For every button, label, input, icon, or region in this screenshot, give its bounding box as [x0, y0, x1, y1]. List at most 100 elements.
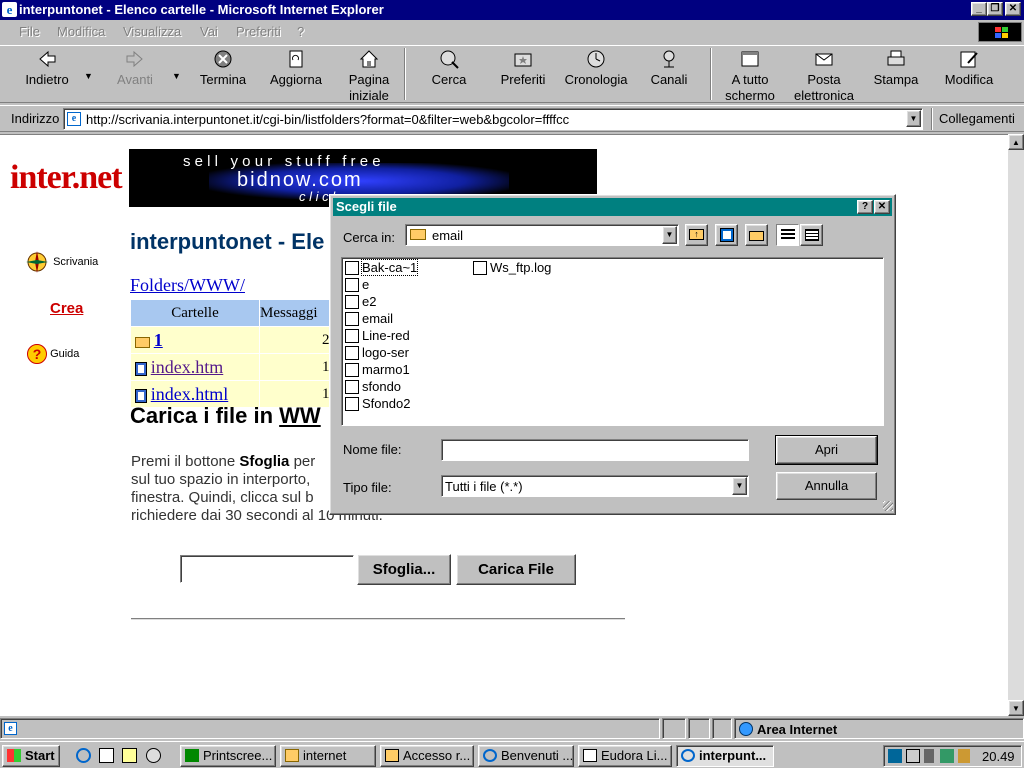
file-link[interactable]: index.htm [151, 357, 224, 377]
file-link[interactable]: index.html [151, 384, 229, 404]
menu-file[interactable]: File [19, 24, 40, 39]
task-accesso[interactable]: Accesso r... [380, 745, 474, 767]
forward-button[interactable]: Avanti [106, 48, 164, 88]
close-button[interactable]: ✕ [1005, 2, 1021, 16]
file-icon [345, 312, 359, 326]
edit-button[interactable]: Modifica [940, 48, 998, 88]
folder-path-link[interactable]: Folders/WWW/ [130, 275, 245, 296]
tray-monitor-icon[interactable] [906, 749, 920, 763]
file-icon [473, 261, 487, 275]
look-in-dropdown-button[interactable]: ▼ [662, 226, 677, 244]
vertical-scrollbar[interactable]: ▲ ▼ [1008, 134, 1024, 716]
refresh-button[interactable]: Aggiorna [265, 48, 327, 88]
folder-link[interactable]: 1 [154, 330, 163, 350]
task-benvenuti[interactable]: Benvenuti ... [478, 745, 574, 767]
file-list[interactable]: Bak-ca~1 e e2 email Line-red logo-ser marmo1 sf… [341, 257, 884, 426]
menu-modifica[interactable]: Modifica [57, 24, 105, 39]
minimize-button[interactable]: _ [971, 2, 987, 16]
file-item[interactable]: Line-red [344, 328, 410, 344]
menu-preferiti[interactable]: Preferiti [236, 24, 281, 39]
back-button[interactable]: Indietro [18, 48, 76, 88]
file-item[interactable]: Ws_ftp.log [472, 260, 551, 276]
channels-button[interactable]: Canali [642, 48, 696, 88]
filename-input[interactable] [441, 439, 749, 461]
instr-text: per [289, 453, 316, 470]
start-button[interactable]: Start [2, 745, 60, 767]
links-label[interactable]: Collegamenti [939, 111, 1015, 126]
tray-modem-icon[interactable] [958, 749, 970, 763]
refresh-label: Aggiorna [269, 72, 323, 87]
nav-guida[interactable]: ? Guida [27, 344, 79, 364]
restore-button[interactable]: ❐ [987, 2, 1003, 16]
mail-button[interactable]: Posta elettronica [788, 48, 860, 104]
history-button[interactable]: Cronologia [560, 48, 632, 88]
nav-crea[interactable]: Crea [50, 300, 83, 317]
home-button[interactable]: Pagina iniziale [340, 48, 398, 104]
channels-quicklaunch-icon[interactable] [146, 748, 161, 763]
dialog-help-button[interactable]: ? [857, 200, 873, 214]
dialog-close-button[interactable]: ✕ [874, 200, 890, 214]
menu-visualizza[interactable]: Visualizza [123, 24, 181, 39]
upload-button[interactable]: Carica File [456, 554, 576, 585]
file-item[interactable]: marmo1 [344, 362, 410, 378]
upload-heading-link[interactable]: WW [279, 403, 321, 428]
list-view-button[interactable] [776, 224, 799, 246]
nav-scrivania[interactable]: Scrivania [24, 249, 98, 275]
browse-button[interactable]: Sfoglia... [357, 554, 451, 585]
file-item[interactable]: sfondo [344, 379, 401, 395]
stop-button[interactable]: Termina [194, 48, 252, 88]
ie-quicklaunch-icon[interactable] [76, 748, 91, 763]
window-titlebar[interactable]: e interpuntonet - Elenco cartelle - Micr… [0, 0, 1024, 20]
file-item[interactable]: logo-ser [344, 345, 409, 361]
fullscreen-label-1: A tutto [731, 72, 769, 87]
resize-grip[interactable] [883, 501, 893, 511]
file-item[interactable]: Bak-ca~1 [344, 259, 419, 276]
tray-app-icon[interactable] [940, 749, 954, 763]
task-printscreen[interactable]: Printscree... [180, 745, 276, 767]
windows-start-icon [7, 749, 21, 762]
address-input[interactable]: e http://scrivania.interpuntonet.it/cgi-… [63, 108, 923, 130]
scroll-down-button[interactable]: ▼ [1008, 700, 1024, 716]
internet-logo[interactable]: inter.net [10, 159, 123, 197]
favorites-button[interactable]: Preferiti [494, 48, 552, 88]
search-button[interactable]: Cerca [420, 48, 478, 88]
forward-dropdown[interactable]: ▼ [172, 68, 181, 84]
menu-vai[interactable]: Vai [200, 24, 218, 39]
tray-network-icon[interactable] [888, 749, 902, 763]
details-view-button[interactable] [800, 224, 823, 246]
history-clock-icon [587, 50, 605, 68]
clock: 20.49 [982, 749, 1015, 764]
channels-satellite-icon [663, 50, 675, 68]
fullscreen-button[interactable]: A tutto schermo [720, 48, 780, 104]
cancel-button[interactable]: Annulla [776, 472, 877, 500]
scroll-up-button[interactable]: ▲ [1008, 134, 1024, 150]
desktop-quicklaunch-icon[interactable] [122, 748, 137, 763]
up-folder-button[interactable]: ↑ [685, 224, 708, 246]
task-eudora[interactable]: Eudora Li... [578, 745, 672, 767]
file-item[interactable]: e2 [344, 294, 376, 310]
task-internet[interactable]: internet [280, 745, 376, 767]
task-interpuntonet[interactable]: interpunt... [676, 745, 774, 767]
look-in-select[interactable]: email ▼ [405, 224, 679, 246]
desktop-button[interactable] [715, 224, 738, 246]
upload-heading: Carica i file in WW [130, 403, 321, 429]
file-name: e [362, 277, 370, 292]
back-dropdown[interactable]: ▼ [84, 68, 93, 84]
look-in-value: email [432, 228, 464, 243]
tray-speaker-icon[interactable] [924, 749, 934, 763]
file-item[interactable]: email [344, 311, 393, 327]
filetype-select[interactable]: Tutti i file (*.*) ▼ [441, 475, 749, 497]
open-button[interactable]: Apri [775, 435, 878, 465]
upload-file-input[interactable] [180, 555, 354, 583]
start-label: Start [25, 748, 55, 763]
print-button[interactable]: Stampa [868, 48, 924, 88]
menu-help[interactable]: ? [297, 24, 304, 39]
address-label: Indirizzo [11, 111, 60, 126]
address-dropdown-button[interactable]: ▼ [906, 110, 921, 127]
filetype-dropdown-button[interactable]: ▼ [732, 477, 747, 495]
file-item[interactable]: e [344, 277, 369, 293]
new-folder-button[interactable] [745, 224, 768, 246]
outlook-quicklaunch-icon[interactable] [99, 748, 114, 763]
dialog-titlebar[interactable]: Scegli file ? ✕ [333, 198, 892, 216]
file-item[interactable]: Sfondo2 [344, 396, 410, 412]
